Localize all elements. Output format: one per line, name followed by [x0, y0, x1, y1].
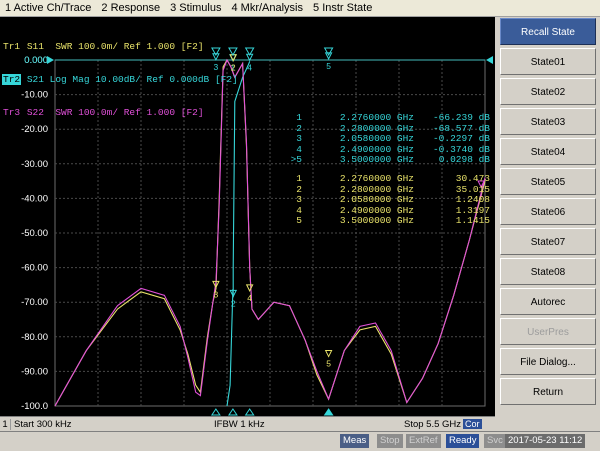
- trace-tag-tr1: Tr1: [3, 41, 21, 52]
- trace-tag-tr2: Tr2: [2, 74, 22, 85]
- ready-badge: Ready: [446, 434, 480, 448]
- trace-legend: Tr1 S11 SWR 100.0m/ Ref 1.000 [F2] Tr2 S…: [2, 19, 238, 140]
- marker-s21-row: >5 3.5000000 GHz 0.0298 dB: [284, 154, 490, 166]
- marker-triangle-icon[interactable]: [245, 284, 254, 292]
- menu-stimulus[interactable]: 3 Stimulus: [165, 2, 226, 14]
- y-tick-label: -30.00: [21, 159, 48, 170]
- stop-frequency[interactable]: Stop 5.5 GHz: [404, 419, 461, 430]
- y-tick-label: -50.00: [21, 228, 48, 239]
- marker-flag-label: 3: [214, 289, 219, 299]
- marker-value: -0.2297 dB: [432, 133, 490, 144]
- y-tick-label: -80.00: [21, 332, 48, 343]
- marker-bottom-indicator-icon: [244, 408, 255, 416]
- softkey-state06[interactable]: State06: [500, 198, 596, 225]
- trace-label-tr3: S22 SWR 100.0m/ Ref 1.000 [F2]: [26, 107, 204, 118]
- channel-number[interactable]: 1: [0, 418, 11, 430]
- menu-instr-state[interactable]: 5 Instr State: [308, 2, 377, 14]
- y-tick-label: -90.00: [21, 366, 48, 377]
- marker-id: 3: [296, 133, 302, 144]
- softkey-state03[interactable]: State03: [500, 108, 596, 135]
- marker-value: 1.2408: [455, 194, 490, 205]
- marker-flag-label: 4: [247, 62, 252, 72]
- marker-frequency: 2.2760000 GHz: [339, 112, 414, 123]
- softkey-title-recall-state[interactable]: Recall State: [500, 18, 596, 45]
- marker-frequency: 2.2760000 GHz: [339, 173, 414, 184]
- svc-badge: Svc: [484, 434, 506, 448]
- start-frequency[interactable]: Start 300 kHz: [14, 419, 72, 430]
- softkey-state02[interactable]: State02: [500, 78, 596, 105]
- menu-mkr-analysis[interactable]: 4 Mkr/Analysis: [226, 2, 308, 14]
- marker-value: 1.1415: [455, 215, 490, 226]
- marker-frequency: 2.0580000 GHz: [339, 133, 414, 144]
- y-tick-label: -40.00: [21, 193, 48, 204]
- softkey-userpres: UserPres: [500, 318, 596, 345]
- marker-id: 1: [296, 112, 302, 123]
- marker-value: 0.0298 dB: [438, 154, 490, 165]
- trace-legend-tr2[interactable]: Tr2 S21 Log Mag 10.00dB/ Ref 0.000dB [F2…: [2, 74, 238, 85]
- trace-legend-tr3[interactable]: Tr3 S22 SWR 100.0m/ Ref 1.000 [F2]: [2, 107, 238, 118]
- marker-s21-row: 1 2.2760000 GHz -66.239 dB: [284, 112, 490, 124]
- menu-bar: 1 Active Ch/Trace 2 Response 3 Stimulus …: [0, 0, 600, 17]
- marker-flag-label: 2: [231, 298, 236, 308]
- marker-triangle-icon[interactable]: [324, 350, 333, 358]
- trace-legend-tr1[interactable]: Tr1 S11 SWR 100.0m/ Ref 1.000 [F2]: [2, 41, 238, 52]
- channel-status-bar: 1 Start 300 kHz IFBW 1 kHz Stop 5.5 GHz …: [0, 416, 495, 431]
- trace-label-tr2: S21 Log Mag 10.00dB/ Ref 0.000dB [F2]: [26, 74, 238, 85]
- marker-id: 1: [296, 173, 302, 184]
- marker-id: >5: [290, 154, 302, 165]
- marker-swr-row: 3 2.0580000 GHz 1.2408: [284, 194, 490, 206]
- datetime-display: 2017-05-23 11:12: [505, 434, 586, 448]
- y-tick-label: -70.00: [21, 297, 48, 308]
- menu-active-ch-trace[interactable]: 1 Active Ch/Trace: [0, 2, 96, 14]
- menu-response[interactable]: 2 Response: [96, 2, 165, 14]
- marker-bottom-indicator-icon: [323, 408, 334, 416]
- marker-id: 3: [296, 194, 302, 205]
- softkey-panel: Recall State State01 State02 State03 Sta…: [497, 17, 600, 430]
- softkey-state08[interactable]: State08: [500, 258, 596, 285]
- softkey-state07[interactable]: State07: [500, 228, 596, 255]
- marker-swr-row: 5 3.5000000 GHz 1.1415: [284, 215, 490, 227]
- trace-label-tr1: S11 SWR 100.0m/ Ref 1.000 [F2]: [26, 41, 204, 52]
- marker-flag-label: 5: [326, 61, 331, 71]
- stop-badge: Stop: [377, 434, 403, 448]
- meas-badge: Meas: [340, 434, 370, 448]
- softkey-autorec[interactable]: Autorec: [500, 288, 596, 315]
- ref-arrow-right-icon: [486, 56, 493, 64]
- correction-badge: Cor: [463, 419, 482, 429]
- marker-table-s21: 1 2.2760000 GHz -66.239 dB 2 2.2800000 GHz -6…: [284, 112, 490, 166]
- extref-badge: ExtRef: [406, 434, 441, 448]
- marker-s21-row: 3 2.0580000 GHz -0.2297 dB: [284, 133, 490, 145]
- marker-bottom-indicator-icon: [210, 408, 221, 416]
- marker-frequency: 3.5000000 GHz: [339, 154, 414, 165]
- marker-value: 30.473: [455, 173, 490, 184]
- softkey-state01[interactable]: State01: [500, 48, 596, 75]
- marker-bottom-indicator-icon: [227, 408, 238, 416]
- y-tick-label: -60.00: [21, 263, 48, 274]
- marker-id: 5: [296, 215, 302, 226]
- softkey-return[interactable]: Return: [500, 378, 596, 405]
- instrument-status-bar: Meas Stop ExtRef Ready Svc 2017-05-23 11…: [0, 431, 600, 451]
- softkey-file-dialog[interactable]: File Dialog...: [500, 348, 596, 375]
- softkey-state04[interactable]: State04: [500, 138, 596, 165]
- ifbw-value[interactable]: IFBW 1 kHz: [214, 419, 265, 430]
- marker-swr-row: 1 2.2760000 GHz 30.473: [284, 173, 490, 185]
- marker-frequency: 2.0580000 GHz: [339, 194, 414, 205]
- y-tick-label: -100.0: [21, 401, 48, 412]
- measurement-screen[interactable]: 0.000 -10.00 -20.00 -30.00 -40.00 -50.00 -60.0…: [0, 17, 495, 416]
- marker-flag-label: 4: [247, 293, 252, 303]
- marker-value: -66.239 dB: [432, 112, 490, 123]
- trace-tag-tr3: Tr3: [3, 107, 21, 118]
- marker-table-swr: 1 2.2760000 GHz 30.473 2 2.2800000 GHz 35.015…: [284, 173, 490, 227]
- marker-frequency: 3.5000000 GHz: [339, 215, 414, 226]
- softkey-state05[interactable]: State05: [500, 168, 596, 195]
- marker-flag-label: 5: [326, 359, 331, 369]
